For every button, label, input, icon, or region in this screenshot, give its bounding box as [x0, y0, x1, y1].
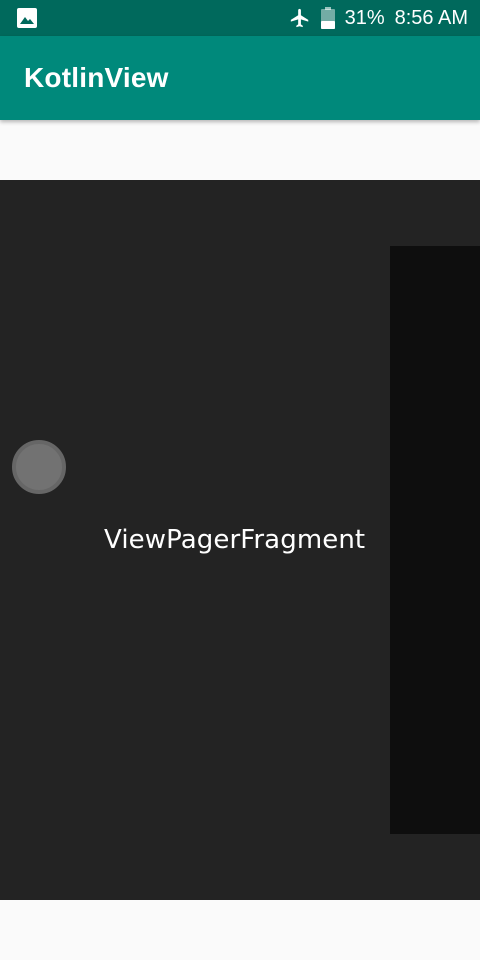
image-icon	[17, 8, 37, 28]
app-title: KotlinView	[24, 62, 169, 93]
pager-next-page[interactable]	[390, 246, 480, 834]
airplane-icon	[289, 7, 311, 29]
touch-indicator	[12, 440, 66, 494]
fragment-label: ViewPagerFragment	[104, 525, 366, 555]
view-pager[interactable]: ViewPagerFragment	[0, 180, 480, 900]
battery-percentage: 31%	[344, 6, 385, 29]
status-indicators: 31% 8:56 AM	[289, 0, 468, 36]
app-bar: KotlinView	[0, 36, 480, 120]
status-bar: 31% 8:56 AM	[0, 0, 480, 36]
battery-icon	[320, 7, 335, 29]
clock-time: 8:56 AM	[394, 6, 468, 29]
